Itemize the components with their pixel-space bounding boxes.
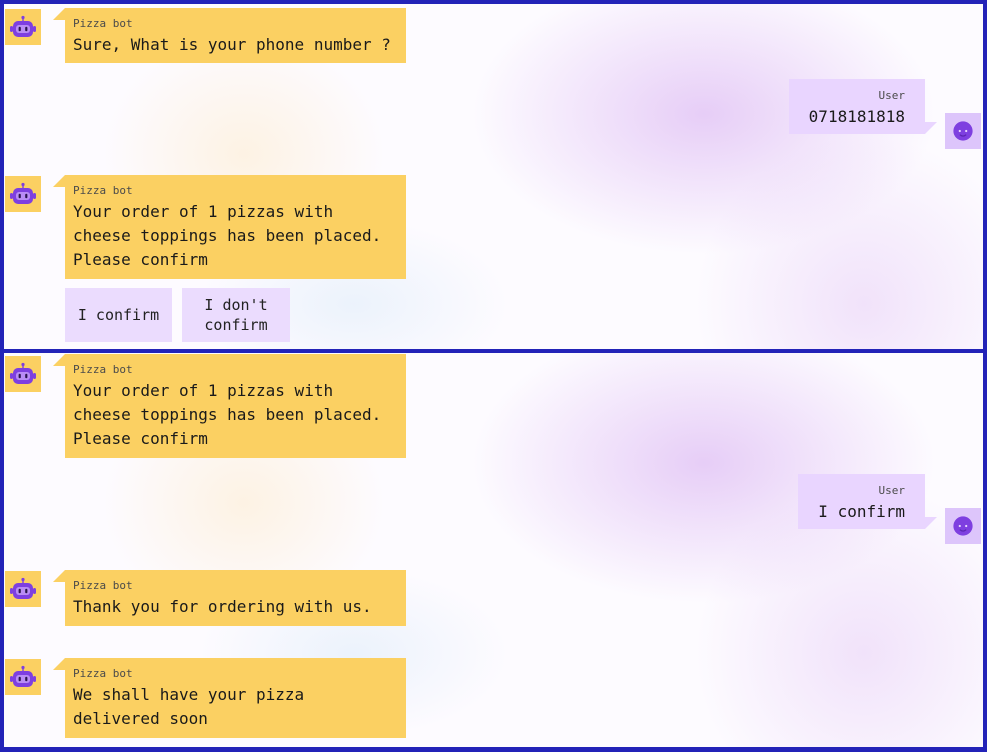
robot-icon — [9, 577, 37, 601]
chat-panel-2: Pizza bot Your order of 1 pizzas with ch… — [4, 353, 983, 747]
bot-avatar — [5, 571, 41, 607]
sender-label: Pizza bot — [73, 667, 133, 680]
message-text: Your order of 1 pizzas with cheese toppi… — [73, 381, 382, 448]
face-icon — [952, 515, 974, 537]
user-message: User I confirm — [798, 474, 937, 529]
sender-label: User — [878, 89, 906, 102]
message-text: I confirm — [818, 502, 905, 521]
sender-label: Pizza bot — [73, 579, 133, 592]
message-text: Sure, What is your phone number ? — [73, 35, 391, 54]
sender-label: Pizza bot — [73, 184, 133, 197]
i-dont-confirm-button[interactable]: I don't confirm — [182, 288, 290, 342]
chat-panel-1: Pizza bot Sure, What is your phone numbe… — [4, 4, 983, 349]
bot-avatar — [5, 356, 41, 392]
face-icon — [952, 120, 974, 142]
sender-label: Pizza bot — [73, 17, 133, 30]
i-confirm-button[interactable]: I confirm — [65, 288, 172, 342]
bot-message: Pizza bot Sure, What is your phone numbe… — [53, 8, 406, 63]
robot-icon — [9, 665, 37, 689]
sender-label: Pizza bot — [73, 363, 133, 376]
bot-message: Pizza bot We shall have your pizza deliv… — [53, 658, 406, 738]
robot-icon — [9, 15, 37, 39]
user-avatar — [945, 508, 981, 544]
user-message: User 0718181818 — [788, 79, 937, 134]
bot-message: Pizza bot Thank you for ordering with us… — [53, 570, 406, 626]
user-avatar — [945, 113, 981, 149]
message-text: We shall have your pizza delivered soon — [73, 685, 305, 728]
message-text: Thank you for ordering with us. — [73, 597, 372, 616]
bot-avatar — [5, 9, 41, 45]
robot-icon — [9, 362, 37, 386]
bot-message: Pizza bot Your order of 1 pizzas with ch… — [53, 175, 406, 279]
sender-label: User — [878, 484, 906, 497]
bot-message: Pizza bot Your order of 1 pizzas with ch… — [53, 354, 406, 458]
bot-avatar — [5, 659, 41, 695]
message-text: Your order of 1 pizzas with cheese toppi… — [73, 202, 382, 269]
bot-avatar — [5, 176, 41, 212]
robot-icon — [9, 182, 37, 206]
message-text: 0718181818 — [808, 107, 905, 126]
